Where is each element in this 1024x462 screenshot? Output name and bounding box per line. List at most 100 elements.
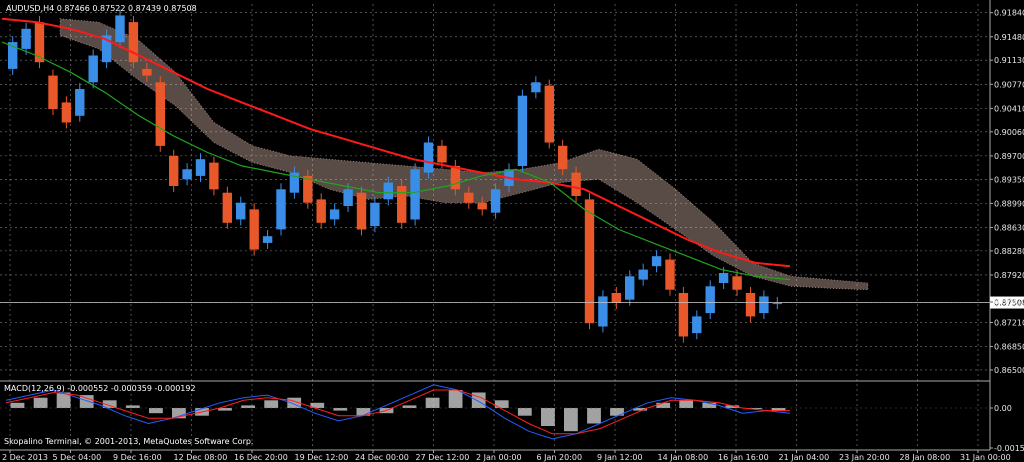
- macd-histogram-bar: [402, 405, 417, 408]
- time-tick-label: 31 Jan 00:00: [960, 453, 1011, 462]
- candle-body: [155, 82, 165, 146]
- macd-histogram-bar: [33, 397, 48, 408]
- time-tick-label: 28 Jan 08:00: [900, 453, 951, 462]
- time-tick-label: 6 Jan 20:00: [537, 453, 583, 462]
- copyright-footer: Skopalino Terminal, © 2001-2013, MetaQuo…: [4, 437, 253, 446]
- candle-body: [249, 209, 259, 250]
- price-tick-label: 0.89700: [994, 152, 1024, 161]
- candle-body: [34, 22, 45, 63]
- candle-body: [262, 236, 273, 243]
- candle-body: [490, 189, 501, 213]
- time-tick-label: 27 Dec 12:00: [416, 453, 470, 462]
- macd-tick-label: 0.00: [994, 404, 1012, 413]
- candle-body: [370, 202, 380, 227]
- candle-body: [544, 85, 554, 143]
- macd-histogram-bar: [587, 408, 601, 424]
- time-tick-label: 16 Jan 16:00: [718, 453, 769, 462]
- candle-body: [759, 296, 769, 314]
- candle-body: [209, 162, 219, 190]
- chart-canvas[interactable]: 0.91840 0.91480 0.91130 0.90770 0.90410 0.900…: [0, 0, 1024, 462]
- candle-body: [48, 75, 58, 110]
- candle-body: [692, 316, 702, 334]
- candle-body: [169, 155, 179, 186]
- candle-body: [638, 269, 648, 280]
- macd-histogram-bar: [10, 402, 25, 408]
- time-tick-label: 24 Dec 00:00: [355, 453, 409, 462]
- candle-body: [772, 303, 782, 305]
- time-tick-label: 9 Dec 16:00: [113, 453, 162, 462]
- candle-body: [21, 28, 31, 49]
- price-tick-label: 0.91840: [994, 9, 1024, 18]
- time-tick-label: 21 Jan 04:00: [779, 453, 830, 462]
- cloud-area: [59, 18, 869, 291]
- candle-body: [464, 192, 474, 203]
- candle-body: [397, 186, 407, 223]
- candle-body: [329, 209, 340, 220]
- candle-body: [558, 145, 568, 170]
- macd-histogram-bar: [333, 408, 348, 411]
- symbol-header: AUDUSD,H4 0.87466 0.87522 0.87439 0.8750…: [6, 4, 197, 13]
- candle-body: [651, 256, 662, 267]
- macd-histogram-bar: [149, 408, 163, 414]
- candle-body: [410, 169, 420, 220]
- candle-body: [531, 82, 541, 93]
- price-tick-label: 0.89350: [994, 175, 1024, 184]
- candle-body: [195, 159, 206, 176]
- price-tick-label: 0.90410: [994, 104, 1024, 113]
- price-tick-label: 0.88990: [994, 199, 1024, 208]
- candle-body: [745, 293, 756, 317]
- time-tick-label: 14 Jan 08:00: [658, 453, 709, 462]
- candle-body: [61, 102, 72, 123]
- candle-body: [598, 296, 608, 327]
- candle-body: [665, 259, 675, 290]
- ichimoku-cloud: [59, 18, 869, 291]
- macd-header: MACD(12,26,9) -0.000552 -0.000359 -0.000…: [4, 384, 196, 393]
- time-tick-label: 5 Dec 04:00: [53, 453, 102, 462]
- time-tick-label: 2 Jan 00:00: [476, 453, 522, 462]
- candle-body: [584, 199, 595, 324]
- macd-histogram-bar: [656, 402, 671, 408]
- price-tick-label: 0.86850: [994, 343, 1024, 352]
- candle-body: [128, 22, 139, 63]
- macd-histogram-bar: [264, 400, 279, 408]
- candle-body: [705, 286, 715, 314]
- macd-histogram-bar: [494, 400, 509, 408]
- candle-body: [142, 68, 152, 76]
- candle-body: [383, 182, 393, 200]
- time-tick-label: 16 Dec 20:00: [234, 453, 288, 462]
- time-tick-label: 9 Jan 12:00: [597, 453, 643, 462]
- price-tick-label: 0.91130: [994, 56, 1024, 65]
- candle-body: [450, 165, 461, 190]
- candle-body: [571, 172, 581, 196]
- macd-tick-label: -0.001551: [994, 444, 1024, 453]
- candle-body: [182, 169, 192, 180]
- macd-histogram-bar: [541, 408, 555, 426]
- candle-body: [732, 276, 742, 290]
- mt4-chart-window[interactable]: 0.91840 0.91480 0.91130 0.90770 0.90410 0.900…: [0, 0, 1024, 462]
- price-tick-label: 0.90770: [994, 80, 1024, 89]
- time-tick-label: 19 Dec 12:00: [295, 453, 349, 462]
- macd-histogram-bar: [425, 397, 440, 408]
- candle-body: [222, 192, 232, 223]
- ma-green-line: [1, 41, 791, 281]
- price-tick-label: 0.88280: [994, 247, 1024, 256]
- candle-body: [678, 293, 689, 337]
- macd-histogram-bar: [679, 400, 694, 408]
- time-tick-label: 23 Jan 20:00: [839, 453, 890, 462]
- candle-body: [343, 189, 353, 206]
- price-tick-label: 0.88630: [994, 224, 1024, 233]
- macd-histogram-bar: [517, 408, 532, 416]
- candle-body: [316, 199, 326, 223]
- candle-body: [718, 273, 729, 283]
- price-tick-label: 0.91480: [994, 33, 1024, 42]
- price-tick-label: 0.87920: [994, 271, 1024, 280]
- indicator-lines: [0, 17, 1024, 309]
- candle-body: [356, 192, 367, 230]
- candle-body: [115, 15, 125, 43]
- macd-histogram-bar: [448, 390, 463, 408]
- candle-body: [477, 202, 487, 210]
- candle-body: [437, 145, 447, 163]
- time-tick-label: 12 Dec 08:00: [174, 453, 228, 462]
- candle-body: [517, 95, 528, 166]
- candle-body: [236, 202, 246, 220]
